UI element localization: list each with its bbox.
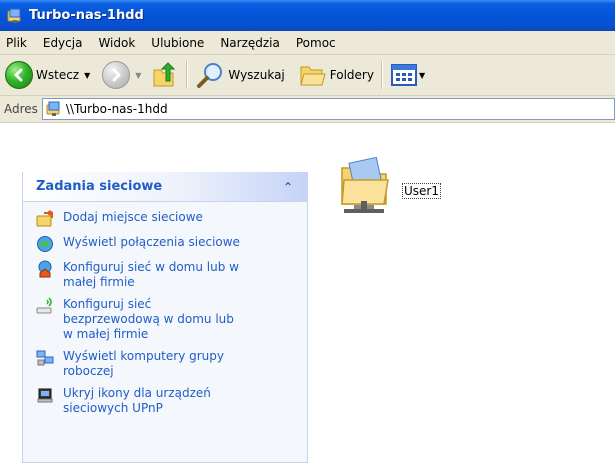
up-folder-icon — [153, 62, 176, 87]
up-folder-button[interactable] — [148, 59, 182, 91]
home-network-icon — [38, 260, 52, 278]
search-icon — [197, 63, 223, 88]
network-tasks-title: Zadania sieciowe — [36, 179, 163, 194]
views-button[interactable]: ▼ — [387, 59, 428, 91]
task-view-workgroup-computers[interactable]: Wyświetl komputery grupy roboczej — [23, 349, 307, 379]
network-connections-icon — [37, 236, 53, 252]
search-label: Wyszukaj — [228, 68, 285, 82]
collapse-chevron-icon[interactable]: ⌃ — [283, 180, 293, 194]
task-label: Konfiguruj sieć bezprzewodową w domu lub… — [63, 297, 234, 341]
menu-plik[interactable]: Plik — [0, 36, 35, 50]
views-icon — [390, 64, 417, 86]
task-label: Dodaj miejsce sieciowe — [63, 210, 203, 224]
task-configure-home-network[interactable]: Konfiguruj sieć w domu lub w małej firmi… — [23, 260, 307, 290]
forward-arrow-icon — [102, 61, 131, 89]
file-name: User1 — [402, 183, 441, 199]
workgroup-computers-icon — [36, 350, 54, 366]
content-area: Zadania sieciowe ⌃ Dodaj miejsce sieciow… — [0, 123, 615, 463]
task-network-connections[interactable]: Wyświetl połączenia sieciowe — [23, 235, 307, 253]
menu-edycja[interactable]: Edycja — [35, 36, 91, 50]
task-label: Wyświetl komputery grupy roboczej — [63, 349, 224, 378]
back-dropdown-icon[interactable]: ▼ — [84, 71, 90, 80]
task-hide-upnp-icons[interactable]: Ukryj ikony dla urządzeń sieciowych UPnP — [23, 386, 307, 416]
shared-folder-icon — [341, 156, 389, 213]
menu-widok[interactable]: Widok — [90, 36, 143, 50]
network-tasks-panel: Zadania sieciowe ⌃ Dodaj miejsce sieciow… — [22, 172, 308, 463]
add-network-place-icon — [36, 210, 53, 227]
address-field[interactable]: \\Turbo-nas-1hdd — [41, 98, 615, 120]
wireless-network-icon — [36, 297, 52, 314]
menu-narzedzia[interactable]: Narzędzia — [212, 36, 288, 50]
task-configure-wireless-network[interactable]: Konfiguruj sieć bezprzewodową w domu lub… — [23, 297, 307, 342]
network-folder-icon — [7, 8, 21, 23]
views-dropdown-icon[interactable]: ▼ — [419, 71, 425, 80]
window-title: Turbo-nas-1hdd — [29, 8, 144, 23]
task-label: Konfiguruj sieć w domu lub w małej firmi… — [63, 260, 239, 289]
network-tasks-list: Dodaj miejsce sieciowe Wyświetl połączen… — [23, 202, 307, 416]
task-label: Wyświetl połączenia sieciowe — [63, 235, 240, 249]
folders-button[interactable]: Foldery — [296, 59, 377, 91]
file-item-user1[interactable]: User1 — [340, 156, 441, 220]
upnp-device-icon — [37, 388, 53, 403]
toolbar-separator — [380, 61, 383, 89]
network-location-icon — [46, 101, 60, 116]
toolbar-separator — [186, 61, 189, 89]
menu-pomoc[interactable]: Pomoc — [288, 36, 344, 50]
network-tasks-header[interactable]: Zadania sieciowe ⌃ — [23, 172, 307, 202]
forward-button[interactable]: ▼ — [99, 59, 144, 91]
address-label: Adres — [4, 102, 38, 116]
menu-ulubione[interactable]: Ulubione — [143, 36, 212, 50]
forward-dropdown-icon[interactable]: ▼ — [135, 71, 141, 80]
task-add-network-place[interactable]: Dodaj miejsce sieciowe — [23, 210, 307, 228]
search-button[interactable]: Wyszukaj — [192, 59, 287, 91]
task-label: Ukryj ikony dla urządzeń sieciowych UPnP — [63, 386, 211, 415]
folders-icon — [300, 66, 326, 86]
back-label: Wstecz — [36, 68, 80, 82]
title-bar[interactable]: Turbo-nas-1hdd — [0, 0, 615, 31]
folders-label: Foldery — [329, 68, 374, 82]
toolbar: Wstecz ▼ ▼ Wyszukaj Foldery ▼ — [0, 55, 615, 96]
back-button[interactable]: Wstecz ▼ — [2, 59, 93, 91]
back-arrow-icon — [5, 61, 33, 89]
menu-bar: Plik Edycja Widok Ulubione Narzędzia Pom… — [0, 31, 615, 55]
address-bar: Adres \\Turbo-nas-1hdd — [0, 96, 615, 123]
address-value: \\Turbo-nas-1hdd — [65, 102, 168, 116]
